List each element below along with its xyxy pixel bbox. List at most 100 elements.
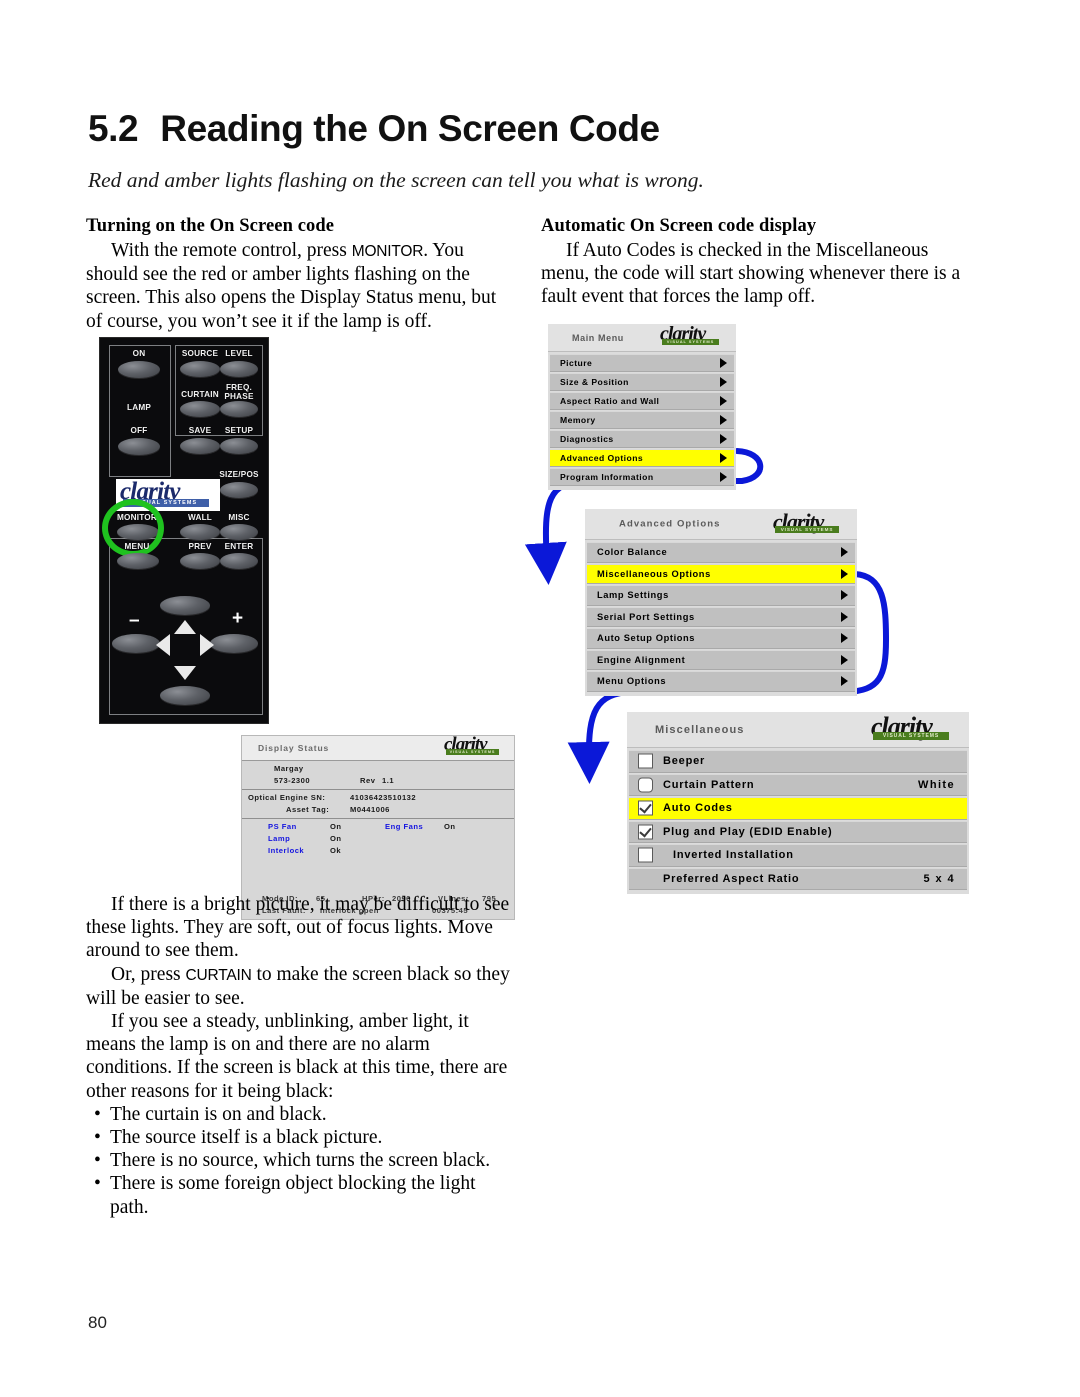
monitor-key-label: MONITOR	[351, 243, 424, 260]
remote-button-wall[interactable]	[180, 524, 220, 540]
remote-button-freq-phase[interactable]	[220, 401, 258, 417]
chevron-right-icon	[720, 358, 727, 368]
remote-button-curtain[interactable]	[180, 401, 220, 417]
checkbox-rounded-icon[interactable]	[638, 777, 653, 793]
misc-item-preferred-aspect-ratio[interactable]: Preferred Aspect Ratio 5 x 4	[629, 867, 967, 890]
main-menu-item-size-position[interactable]: Size & Position	[550, 373, 734, 391]
engfans-label: Eng Fans	[385, 822, 424, 831]
chevron-right-icon	[841, 676, 848, 687]
menu-item-label: Auto Codes	[663, 802, 733, 815]
main-menu-item-picture[interactable]: Picture	[550, 354, 734, 372]
clarity-logo-tagline: VISUAL SYSTEMS	[882, 733, 940, 739]
display-status-row-lamp: Lamp On	[242, 833, 514, 845]
advanced-item-serial-port-settings[interactable]: Serial Port Settings	[587, 606, 855, 627]
remote-label-sizepos: SIZE/POS	[219, 470, 259, 479]
menu-item-label: Beeper	[663, 755, 706, 768]
display-status-sn-line: Optical Engine SN: 41036423510132	[242, 792, 514, 804]
list-item: • There is no source, which turns the scr…	[94, 1150, 491, 1172]
section-number: 5.2	[88, 108, 139, 149]
remote-label-off: OFF	[130, 426, 148, 435]
remote-button-lamp-on[interactable]	[118, 361, 160, 378]
right-column: Automatic On Screen code display If Auto…	[541, 216, 973, 309]
advanced-item-miscellaneous-options[interactable]: Miscellaneous Options	[587, 563, 855, 584]
checkbox-unchecked-icon[interactable]	[638, 847, 653, 863]
checkbox-unchecked-icon[interactable]	[638, 753, 653, 769]
menu-item-label: Preferred Aspect Ratio	[663, 872, 800, 885]
remote-label-source: SOURCE	[181, 349, 219, 358]
miscellaneous-title: Miscellaneous	[655, 723, 745, 736]
main-menu-items: Picture Size & Position Aspect Ratio and…	[548, 352, 736, 490]
remote-button-setup[interactable]	[220, 438, 258, 454]
remote-label-save: SAVE	[188, 426, 212, 435]
remote-label-freq: FREQ.	[225, 383, 253, 392]
display-status-spacer	[242, 857, 514, 893]
arrow-up-icon	[174, 620, 196, 634]
display-status-serial-section: Optical Engine SN: 41036423510132 Asset …	[242, 790, 514, 819]
advanced-item-auto-setup-options[interactable]: Auto Setup Options	[587, 628, 855, 649]
display-status-title: Display Status	[258, 743, 330, 753]
remote-button-lamp-off[interactable]	[118, 438, 160, 455]
remote-button-up[interactable]	[160, 596, 210, 615]
menu-item-value: White	[918, 778, 955, 791]
asset-tag-label: Asset Tag:	[286, 805, 330, 814]
clarity-logo-tagline: VISUAL SYSTEMS	[666, 339, 715, 344]
remote-label-curtain: CURTAIN	[181, 390, 219, 399]
remote-label-wall: WALL	[188, 513, 212, 522]
section-title: Reading the On Screen Code	[160, 108, 660, 149]
menu-item-label: Diagnostics	[560, 434, 614, 444]
remote-button-source[interactable]	[180, 361, 220, 377]
remote-label-misc: MISC	[228, 513, 250, 522]
page-title: 5.2 Reading the On Screen Code	[88, 108, 968, 150]
checkbox-checked-icon[interactable]	[638, 824, 653, 840]
advanced-options-header: Advanced Options clarity VISUAL SYSTEMS	[585, 509, 857, 540]
clarity-logo: clarity VISUAL SYSTEMS	[773, 509, 851, 536]
misc-item-inverted-installation[interactable]: Inverted Installation	[629, 844, 967, 867]
remote-button-menu[interactable]	[117, 553, 159, 569]
remote-button-enter[interactable]	[220, 553, 258, 569]
main-menu-item-memory[interactable]: Memory	[550, 411, 734, 429]
remote-button-level[interactable]	[220, 361, 258, 377]
main-menu-item-diagnostics[interactable]: Diagnostics	[550, 430, 734, 448]
misc-item-beeper[interactable]: Beeper	[629, 750, 967, 773]
display-status-revision: 1.1	[382, 776, 395, 785]
chevron-right-icon	[841, 633, 848, 644]
display-status-row-psfan: PS Fan On Eng Fans On	[242, 821, 514, 833]
advanced-item-menu-options[interactable]: Menu Options	[587, 671, 855, 692]
remote-label-level: LEVEL	[225, 349, 253, 358]
miscellaneous-panel: Miscellaneous clarity VISUAL SYSTEMS Bee…	[627, 712, 969, 894]
remote-button-sizepos[interactable]	[220, 482, 258, 498]
remote-button-save[interactable]	[180, 438, 220, 454]
menu-item-label: Picture	[560, 358, 593, 368]
remote-button-misc[interactable]	[220, 524, 258, 540]
chevron-right-icon	[720, 472, 727, 482]
right-paragraph-1: If Auto Codes is checked in the Miscella…	[541, 240, 961, 308]
menu-item-label: Inverted Installation	[673, 849, 794, 862]
menu-item-label: Advanced Options	[560, 453, 644, 463]
page-subtitle: Red and amber lights flashing on the scr…	[88, 168, 704, 192]
checkbox-checked-icon[interactable]	[638, 800, 653, 816]
menu-item-label: Menu Options	[597, 676, 667, 687]
advanced-item-color-balance[interactable]: Color Balance	[587, 542, 855, 563]
main-menu-item-aspect-ratio-wall[interactable]: Aspect Ratio and Wall	[550, 392, 734, 410]
remote-button-down[interactable]	[160, 686, 210, 705]
misc-item-curtain-pattern[interactable]: Curtain Pattern White	[629, 773, 967, 796]
menu-item-label: Program Information	[560, 472, 654, 482]
advanced-item-engine-alignment[interactable]: Engine Alignment	[587, 649, 855, 670]
misc-item-plug-and-play[interactable]: Plug and Play (EDID Enable)	[629, 820, 967, 843]
main-menu-item-advanced-options[interactable]: Advanced Options	[550, 449, 734, 467]
misc-item-auto-codes[interactable]: Auto Codes	[629, 797, 967, 820]
remote-label-enter: ENTER	[224, 542, 254, 551]
chevron-right-icon	[720, 377, 727, 387]
menu-item-label: Serial Port Settings	[597, 611, 695, 622]
menu-item-label: Auto Setup Options	[597, 633, 696, 644]
curtain-key-label: CURTAIN	[185, 966, 252, 984]
remote-button-left[interactable]	[112, 634, 160, 653]
advanced-item-lamp-settings[interactable]: Lamp Settings	[587, 585, 855, 606]
menu-item-value: 5 x 4	[923, 872, 955, 885]
main-menu-item-program-information[interactable]: Program Information	[550, 468, 734, 486]
remote-button-prev[interactable]	[180, 553, 220, 569]
left-paragraph-3: Or, press CURTAIN to make the screen bla…	[86, 963, 516, 1010]
remote-button-right[interactable]	[210, 634, 258, 653]
remote-label-plus: +	[232, 608, 244, 629]
menu-item-label: Size & Position	[560, 377, 629, 387]
